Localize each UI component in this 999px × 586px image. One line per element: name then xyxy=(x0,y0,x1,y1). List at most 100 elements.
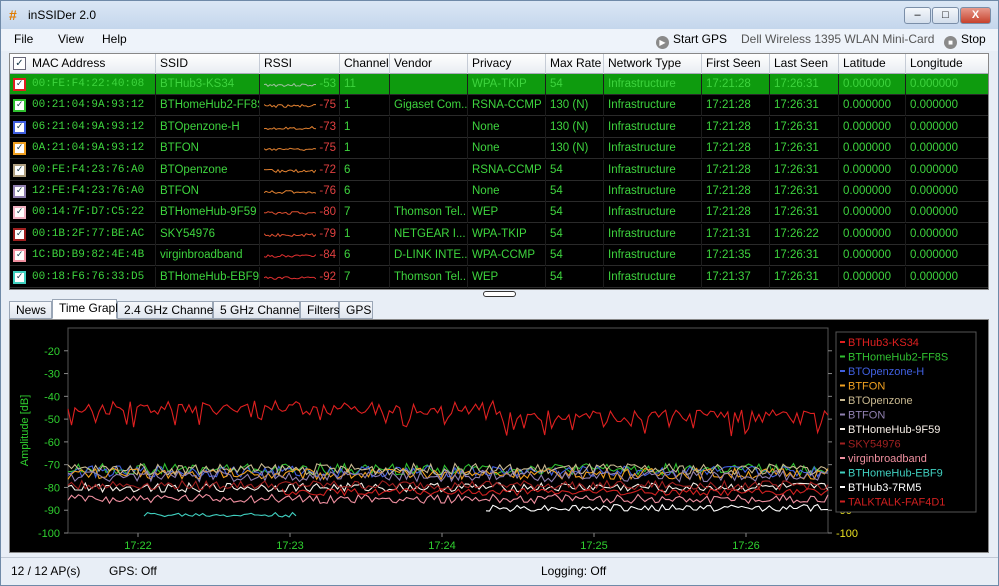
cell-ssid: BTHomeHub-EBF9 xyxy=(156,266,260,288)
cell-first: 17:21:28 xyxy=(702,95,770,117)
mac-text: 1C:BD:B9:82:4E:4B xyxy=(32,249,145,262)
series-line xyxy=(143,511,297,518)
tab-news[interactable]: News xyxy=(9,301,52,319)
row-checkbox[interactable]: ✓ xyxy=(13,249,26,263)
column-header[interactable]: Vendor xyxy=(390,54,468,74)
column-header[interactable]: Longitude xyxy=(906,54,988,74)
x-tick-label: 17:24 xyxy=(428,540,456,552)
cell-lat: 0.000000 xyxy=(839,138,906,160)
tab-gps[interactable]: GPS xyxy=(339,301,373,319)
cell-type: Infrastructure xyxy=(604,245,702,267)
row-checkbox[interactable]: ✓ xyxy=(13,99,26,113)
table-row[interactable]: ✓ 00:FE:F4:23:76:A0 BTOpenzone -72 6 RSNA-CCM… xyxy=(10,159,988,181)
adapter-select[interactable]: Dell Wireless 1395 WLAN Mini-Card xyxy=(741,32,934,46)
row-checkbox[interactable]: ✓ xyxy=(13,163,26,177)
column-header[interactable]: First Seen xyxy=(702,54,770,74)
plot-frame xyxy=(67,327,829,534)
table-row[interactable]: ✓ 00:FE:F4:22:40:08 BTHub3-KS34 -53 11 WPA-TK… xyxy=(10,74,988,95)
x-tick-label: 17:25 xyxy=(580,540,608,552)
row-checkbox[interactable]: ✓ xyxy=(13,270,26,284)
maximize-button[interactable]: □ xyxy=(932,7,959,24)
tab-5-ghz-channels[interactable]: 5 GHz Channels xyxy=(213,301,308,319)
table-row[interactable]: ✓ 1C:BD:B9:82:4E:4B virginbroadband -84 6 D-L… xyxy=(10,245,988,267)
menu-help[interactable]: Help xyxy=(102,32,127,46)
network-table: ✓ MAC Address SSID RSSI Channel Vendor Privac… xyxy=(9,53,989,290)
start-gps-button[interactable]: ▶ Start GPS xyxy=(656,32,727,49)
cell-type: Infrastructure xyxy=(604,266,702,288)
y-tick-label-left: -90 xyxy=(44,505,60,517)
cell-rate: 54 xyxy=(546,159,604,181)
window-title: inSSIDer 2.0 xyxy=(28,8,97,22)
y-tick-label-left: -30 xyxy=(44,369,60,381)
cell-vendor: D-LINK INTE... xyxy=(390,245,468,267)
tab-filters[interactable]: Filters xyxy=(300,301,340,319)
tab-time-graph[interactable]: Time Graph xyxy=(52,299,122,319)
cell-rate: 54 xyxy=(546,223,604,245)
rssi-value: -80 xyxy=(319,206,336,219)
row-checkbox[interactable]: ✓ xyxy=(13,227,26,241)
table-row[interactable]: ✓ 00:14:7F:D7:C5:22 BTHomeHub-9F59 -80 7 Thom… xyxy=(10,202,988,224)
time-graph-chart: -20-20-30-30-40-40-50-50-60-60-70-70-80-… xyxy=(19,327,977,552)
stop-button[interactable]: ■ Stop xyxy=(944,32,986,49)
cell-rate: 54 xyxy=(546,202,604,224)
row-checkbox[interactable]: ✓ xyxy=(13,142,26,156)
column-header[interactable]: Channel xyxy=(340,54,390,74)
close-button[interactable]: X xyxy=(960,7,991,24)
column-header[interactable]: Last Seen xyxy=(770,54,839,74)
cell-vendor xyxy=(390,138,468,160)
stop-label: Stop xyxy=(961,32,986,46)
rssi-sparkline xyxy=(264,211,316,216)
table-row[interactable]: ✓ 0A:21:04:9A:93:12 BTFON -75 1 None 130 (N) In… xyxy=(10,138,988,160)
stop-icon: ■ xyxy=(944,36,957,49)
ap-count: 12 / 12 AP(s) xyxy=(11,564,81,578)
menu-file[interactable]: File xyxy=(14,32,33,46)
cell-rssi: -75 xyxy=(260,95,340,117)
legend-entry: BTHub3-7RM5 xyxy=(848,482,921,494)
row-checkbox[interactable]: ✓ xyxy=(13,185,26,198)
menu-view[interactable]: View xyxy=(58,32,84,46)
column-header[interactable]: Max Rate xyxy=(546,54,604,74)
cell-mac: ✓ 00:1B:2F:77:BE:AC xyxy=(10,223,156,245)
column-header[interactable]: RSSI xyxy=(260,54,340,74)
column-header[interactable]: Latitude xyxy=(839,54,906,74)
table-row[interactable]: ✓ 12:FE:F4:23:76:A0 BTFON -76 6 None 54 Infrast… xyxy=(10,181,988,202)
cell-channel: 1 xyxy=(340,116,390,138)
cell-vendor xyxy=(390,181,468,202)
play-icon: ▶ xyxy=(656,36,669,49)
table-row[interactable]: ✓ 06:21:04:9A:93:12 BTOpenzone-H -73 1 None 13… xyxy=(10,116,988,138)
minimize-button[interactable]: – xyxy=(904,7,931,24)
cell-mac: ✓ 00:14:7F:D7:C5:22 xyxy=(10,202,156,224)
mac-text: 00:21:04:9A:93:12 xyxy=(32,99,145,112)
status-bar: 12 / 12 AP(s) GPS: Off Logging: Off xyxy=(1,557,998,585)
row-checkbox[interactable]: ✓ xyxy=(13,78,26,91)
cell-privacy: WEP xyxy=(468,202,546,224)
row-checkbox[interactable]: ✓ xyxy=(13,120,26,134)
column-header[interactable]: SSID xyxy=(156,54,260,74)
cell-last: 17:26:31 xyxy=(770,181,839,202)
cell-lon: 0.000000 xyxy=(906,224,988,245)
cell-vendor: Gigaset Com... xyxy=(390,95,468,117)
cell-ssid: BTHub3-KS34 xyxy=(156,74,260,95)
rssi-sparkline xyxy=(264,254,316,258)
cell-privacy: WPA-TKIP xyxy=(468,223,546,245)
cell-channel: 11 xyxy=(340,74,390,95)
table-row[interactable]: ✓ 00:1B:2F:77:BE:AC SKY54976 -79 1 NETGEAR I.… xyxy=(10,223,988,245)
tab-2-4-ghz-channels[interactable]: 2.4 GHz Channels xyxy=(117,301,222,319)
cell-channel: 6 xyxy=(340,159,390,181)
rssi-sparkline xyxy=(264,147,316,152)
cell-type: Infrastructure xyxy=(604,74,702,95)
column-header[interactable]: MAC Address xyxy=(10,54,156,74)
cell-channel: 7 xyxy=(340,266,390,288)
splitter-handle[interactable] xyxy=(483,291,516,297)
cell-channel: 7 xyxy=(340,202,390,224)
row-checkbox[interactable]: ✓ xyxy=(13,206,26,220)
column-header[interactable]: Network Type xyxy=(604,54,702,74)
cell-first: 17:21:28 xyxy=(702,138,770,160)
table-row[interactable]: ✓ 00:18:F6:76:33:D5 BTHomeHub-EBF9 -92 7 Thom… xyxy=(10,266,988,288)
table-header: ✓ MAC Address SSID RSSI Channel Vendor Privac… xyxy=(10,54,988,74)
cell-lon: 0.000000 xyxy=(906,202,988,223)
table-row[interactable]: ✓ 00:21:04:9A:93:12 BTHomeHub2-FF8S -75 1 Gig… xyxy=(10,95,988,117)
time-graph: -20-20-30-30-40-40-50-50-60-60-70-70-80-… xyxy=(9,319,989,553)
cell-rate: 130 (N) xyxy=(546,95,604,117)
column-header[interactable]: Privacy xyxy=(468,54,546,74)
